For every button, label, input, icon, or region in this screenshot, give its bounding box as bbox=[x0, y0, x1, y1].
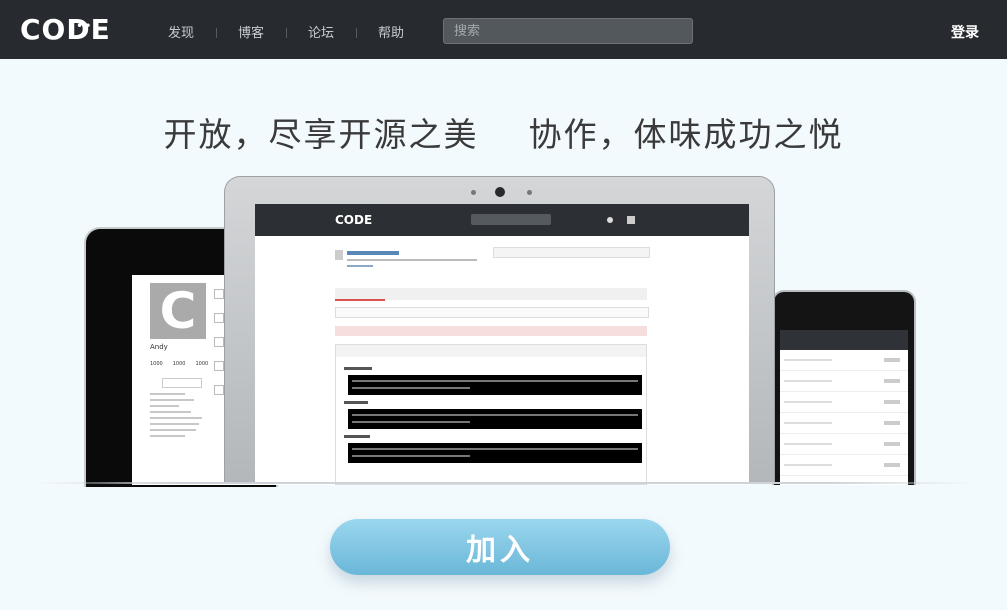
code-block bbox=[348, 443, 642, 463]
clone-url-mock bbox=[335, 307, 649, 318]
laptop-illustration: CODE bbox=[224, 176, 775, 485]
user-icon bbox=[627, 216, 635, 224]
active-tab-underline bbox=[335, 299, 385, 301]
profile-stats: 1000 1000 1000 bbox=[150, 361, 208, 367]
nav-item-forum[interactable]: 论坛 bbox=[286, 22, 356, 41]
stat-value: 1000 bbox=[195, 361, 209, 367]
repo-title-mock bbox=[347, 251, 399, 255]
list-item bbox=[780, 392, 908, 413]
search-input[interactable] bbox=[443, 18, 693, 44]
stat-value: 1000 bbox=[150, 361, 163, 367]
panel-header-mock bbox=[336, 345, 646, 357]
list-item bbox=[780, 371, 908, 392]
list-item bbox=[780, 434, 908, 455]
gear-icon bbox=[607, 217, 613, 223]
logo-dots: ••• bbox=[68, 21, 94, 32]
main-nav: 发现 博客 论坛 帮助 bbox=[146, 18, 426, 44]
right-tablet-screen bbox=[780, 330, 908, 485]
logo-text: CODE bbox=[20, 13, 111, 46]
hero-tagline: 开放，尽享开源之美 协作，体味成功之悦 bbox=[163, 115, 844, 154]
list-item bbox=[780, 413, 908, 434]
stat-value: 1000 bbox=[172, 361, 186, 367]
repo-url-mock bbox=[347, 259, 477, 261]
device-ground-line bbox=[36, 482, 972, 484]
login-link[interactable]: 登录 bbox=[951, 22, 979, 42]
side-icons bbox=[214, 289, 224, 409]
sensor-dot bbox=[471, 190, 476, 195]
right-tablet-header bbox=[780, 330, 908, 350]
mock-navbar: CODE bbox=[255, 204, 749, 236]
nav-item-help[interactable]: 帮助 bbox=[356, 22, 426, 41]
mock-search bbox=[471, 214, 551, 225]
code-block bbox=[348, 409, 642, 429]
laptop-screen: CODE bbox=[255, 204, 749, 485]
getting-started-panel bbox=[335, 344, 647, 485]
sensor-dot bbox=[527, 190, 532, 195]
repo-actions-mock bbox=[493, 247, 650, 258]
nav-item-discover[interactable]: 发现 bbox=[146, 22, 216, 41]
repo-icon bbox=[335, 250, 343, 260]
mock-logo: CODE bbox=[335, 213, 373, 227]
camera-icon bbox=[495, 187, 505, 197]
site-logo[interactable]: CODE ••• bbox=[20, 13, 111, 47]
join-button[interactable]: 加入 bbox=[330, 519, 670, 575]
top-navbar: CODE ••• 发现 博客 论坛 帮助 登录 bbox=[0, 0, 1007, 59]
follow-button-mock bbox=[162, 378, 202, 388]
list-item bbox=[780, 350, 908, 371]
nav-item-blog[interactable]: 博客 bbox=[216, 22, 286, 41]
right-tablet-illustration bbox=[772, 290, 916, 485]
section-title-mock bbox=[344, 367, 372, 370]
profile-name: Andy bbox=[150, 343, 168, 351]
code-block bbox=[348, 375, 642, 395]
section-title-mock bbox=[344, 435, 370, 438]
avatar: C bbox=[150, 283, 206, 339]
list-item bbox=[780, 455, 908, 476]
profile-info-lines bbox=[150, 393, 208, 441]
join-button-wrapper: 加入 bbox=[330, 519, 670, 575]
repo-site-mock bbox=[347, 265, 373, 267]
section-title-mock bbox=[344, 401, 368, 404]
notice-mock bbox=[335, 326, 647, 336]
